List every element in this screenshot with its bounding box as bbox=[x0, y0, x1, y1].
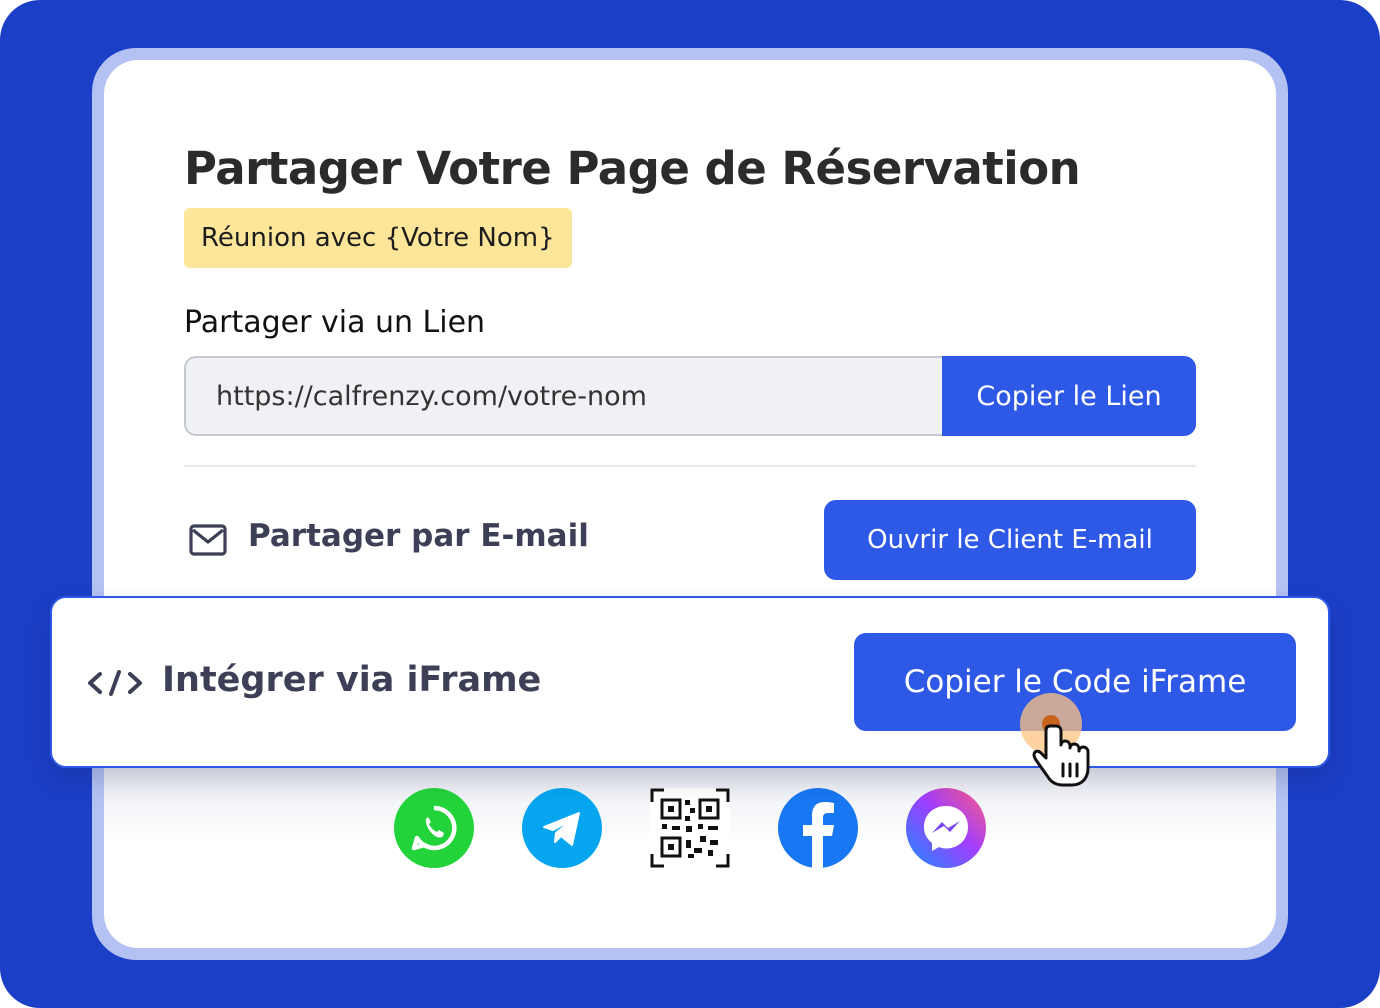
copy-link-button[interactable]: Copier le Lien bbox=[942, 356, 1196, 436]
telegram-icon[interactable] bbox=[522, 788, 602, 868]
email-share-label: Partager par E-mail bbox=[248, 518, 589, 554]
open-email-client-button[interactable]: Ouvrir le Client E-mail bbox=[824, 500, 1196, 580]
meeting-tag: Réunion avec {Votre Nom} bbox=[184, 208, 572, 268]
link-share-label: Partager via un Lien bbox=[184, 305, 486, 340]
messenger-icon[interactable] bbox=[906, 788, 986, 868]
divider bbox=[184, 465, 1196, 467]
code-icon bbox=[88, 670, 142, 696]
whatsapp-icon[interactable] bbox=[394, 788, 474, 868]
iframe-share-label: Intégrer via iFrame bbox=[162, 660, 542, 700]
facebook-icon[interactable] bbox=[778, 788, 858, 868]
page-title: Partager Votre Page de Réservation bbox=[184, 142, 1081, 195]
qr-code-icon[interactable] bbox=[650, 788, 730, 868]
booking-link-input[interactable] bbox=[184, 356, 944, 436]
social-share-row bbox=[394, 788, 986, 868]
hand-cursor-icon bbox=[1032, 724, 1090, 787]
iframe-embed-panel: Intégrer via iFrame Copier le Code iFram… bbox=[50, 596, 1330, 768]
share-card: Partager Votre Page de Réservation Réuni… bbox=[104, 60, 1276, 948]
mail-icon bbox=[189, 524, 227, 556]
